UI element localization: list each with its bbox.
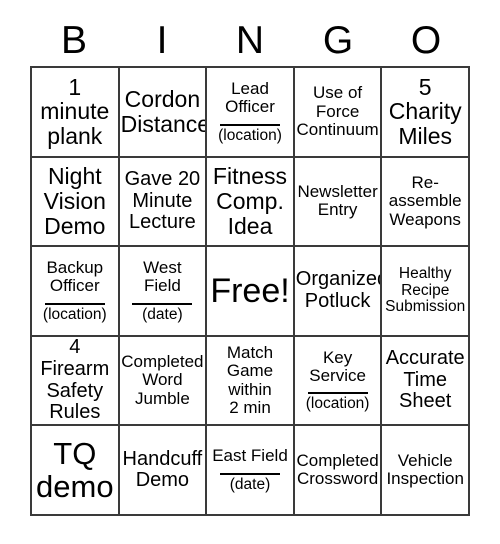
bingo-header: BINGO <box>30 16 470 64</box>
bingo-header-letter-g: G <box>322 18 354 62</box>
bingo-cell-r3c2[interactable]: West Field (date) <box>119 247 208 337</box>
bingo-cell-r2c2[interactable]: Gave 20 Minute Lecture <box>119 157 208 248</box>
bingo-cell-text: Accurate Time Sheet <box>385 347 465 413</box>
bingo-cell-text: Gave 20 Minute Lecture <box>124 168 201 234</box>
bingo-cell-text: Match Game within 2 min <box>226 342 274 417</box>
bingo-cell-write-in-rule <box>132 302 193 305</box>
bingo-cell-r1c2[interactable]: Cordon Distance <box>119 68 208 158</box>
bingo-cell-r4c5[interactable]: Accurate Time Sheet <box>382 336 470 427</box>
bingo-header-letter-i: I <box>156 18 168 62</box>
bingo-cell-text: 1 minute plank <box>40 73 110 150</box>
bingo-cell-write-in-label: (date) <box>229 475 271 493</box>
bingo-cell-write-in-rule <box>44 302 105 305</box>
bingo-cell-write-in-label: (location) <box>305 395 370 413</box>
bingo-cell-r5c1[interactable]: TQ demo <box>32 426 120 516</box>
bingo-cell-write-in-label: (date) <box>142 305 183 323</box>
bingo-header-letter-o: O <box>410 18 442 62</box>
bingo-cell-r3c1[interactable]: Backup Officer (location) <box>32 247 120 337</box>
bingo-cell-text: 4 Firearm Safety Rules <box>40 336 110 424</box>
bingo-cell-r5c5[interactable]: Vehicle Inspection <box>382 426 470 516</box>
bingo-header-letter-n: N <box>235 18 265 62</box>
bingo-cell-text: Re- assemble Weapons <box>388 172 462 229</box>
bingo-cell-text: Fitness Comp. Idea <box>212 163 288 239</box>
bingo-cell-text: Completed Crossword <box>296 450 379 489</box>
bingo-cell-write-in-rule <box>307 392 368 395</box>
bingo-cell-text: East Field <box>212 446 288 466</box>
bingo-grid: 1 minute plank Cordon Distance Lead Office… <box>30 66 470 516</box>
bingo-cell-text: Key Service <box>309 347 366 386</box>
bingo-cell-text: Handcuff Demo <box>122 447 203 492</box>
bingo-cell-r4c1[interactable]: 4 Firearm Safety Rules <box>32 336 120 427</box>
bingo-cell-r2c5[interactable]: Re- assemble Weapons <box>382 157 470 248</box>
bingo-cell-r2c1[interactable]: Night Vision Demo <box>32 157 120 248</box>
bingo-cell-text: Completed Word Jumble <box>121 352 204 408</box>
bingo-cell-r4c2[interactable]: Completed Word Jumble <box>119 336 208 427</box>
bingo-cell-text: Backup Officer <box>46 258 104 296</box>
bingo-cell-text: West Field <box>143 258 182 296</box>
bingo-cell-text: Healthy Recipe Submission <box>385 264 466 316</box>
bingo-cell-text: Cordon Distance <box>120 85 208 137</box>
bingo-cell-write-in-label: (location) <box>42 305 107 323</box>
bingo-cell-r3c3[interactable]: Free! <box>207 247 295 337</box>
bingo-card: BINGO 1 minute plank Cordon Distance Lead … <box>0 0 500 544</box>
bingo-cell-text: Newsletter Entry <box>297 182 378 220</box>
bingo-cell-r5c3[interactable]: East Field (date) <box>207 426 295 516</box>
bingo-cell-text: Lead Officer <box>225 78 275 117</box>
bingo-cell-text: 5 Charity Miles <box>388 73 462 150</box>
bingo-cell-r1c4[interactable]: Use of Force Continuum <box>294 68 383 158</box>
bingo-cell-r4c4[interactable]: Key Service (location) <box>294 336 383 427</box>
bingo-cell-r2c3[interactable]: Fitness Comp. Idea <box>207 157 295 248</box>
bingo-header-letter-b: B <box>60 18 87 62</box>
bingo-cell-r1c5[interactable]: 5 Charity Miles <box>382 68 470 158</box>
bingo-cell-r2c4[interactable]: Newsletter Entry <box>294 157 383 248</box>
bingo-cell-r1c3[interactable]: Lead Officer (location) <box>207 68 295 158</box>
bingo-cell-r1c1[interactable]: 1 minute plank <box>32 68 120 158</box>
bingo-cell-text: Free! <box>210 271 290 310</box>
bingo-cell-r3c4[interactable]: Organized Potluck <box>294 247 383 337</box>
bingo-cell-r4c3[interactable]: Match Game within 2 min <box>207 336 295 427</box>
bingo-cell-text: Night Vision Demo <box>43 163 106 239</box>
bingo-cell-text: Use of Force Continuum <box>296 83 379 139</box>
bingo-cell-text: TQ demo <box>36 435 114 505</box>
bingo-cell-write-in-rule <box>219 123 281 126</box>
bingo-cell-write-in-label: (location) <box>218 126 282 144</box>
bingo-cell-r5c2[interactable]: Handcuff Demo <box>119 426 208 516</box>
bingo-cell-text: Vehicle Inspection <box>386 450 464 489</box>
bingo-cell-r3c5[interactable]: Healthy Recipe Submission <box>382 247 470 337</box>
bingo-cell-write-in-rule <box>219 472 281 475</box>
bingo-cell-r5c4[interactable]: Completed Crossword <box>294 426 383 516</box>
bingo-cell-text: Organized Potluck <box>295 268 383 312</box>
